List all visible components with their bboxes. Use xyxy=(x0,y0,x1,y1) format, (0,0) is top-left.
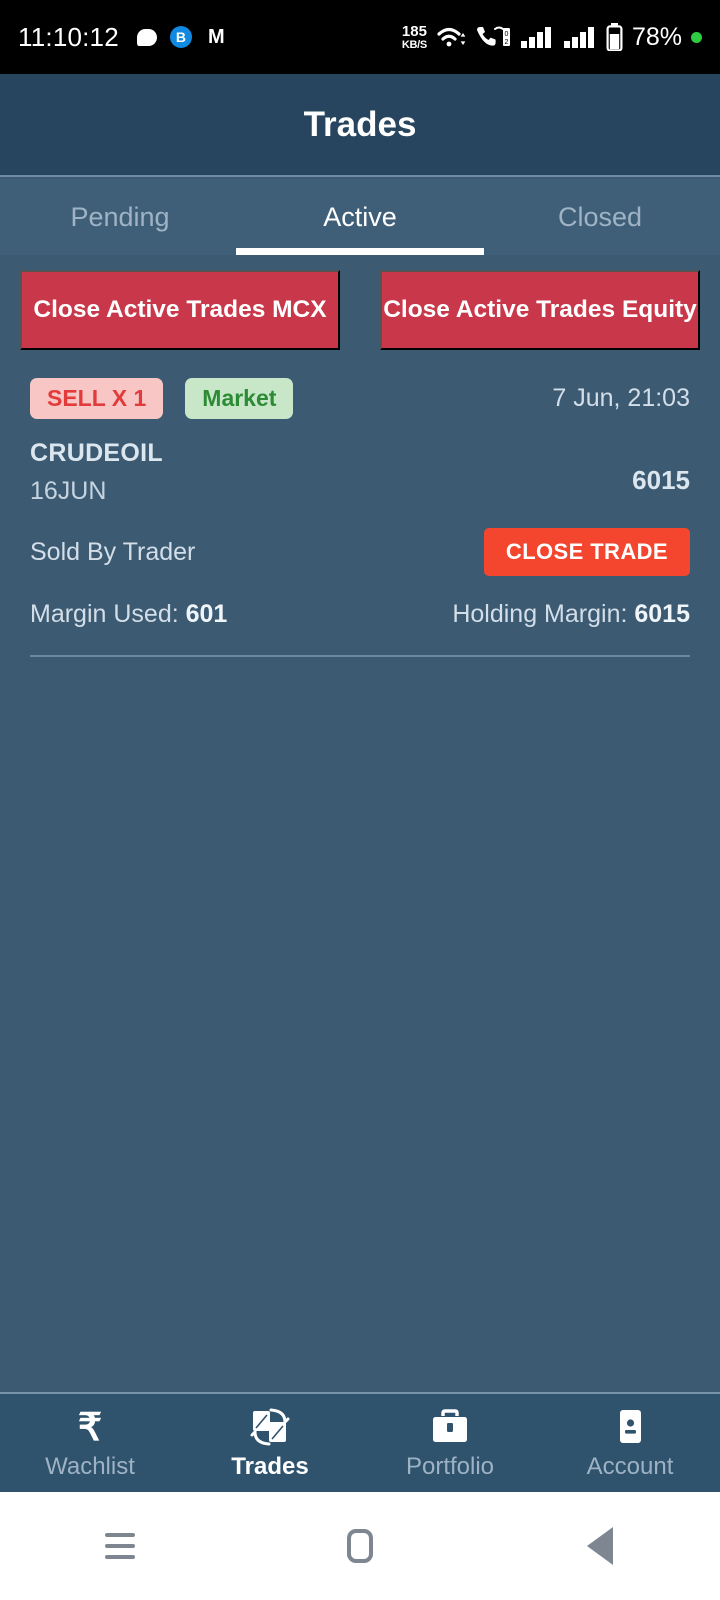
margin-used: Margin Used: 601 xyxy=(30,600,227,629)
trade-symbol-row: CRUDEOIL 16JUN 6015 xyxy=(30,439,690,506)
android-home-button[interactable] xyxy=(240,1529,480,1563)
svg-text:2: 2 xyxy=(505,39,509,46)
trade-card-divider xyxy=(30,655,690,657)
blue-b-badge-icon: B xyxy=(169,26,192,48)
wifi-icon xyxy=(437,27,466,47)
app-header: Trades xyxy=(0,74,720,177)
network-speed-unit: KB/S xyxy=(401,38,427,51)
svg-text:₹: ₹ xyxy=(78,1407,102,1447)
tab-active[interactable]: Active xyxy=(240,179,480,255)
battery-percent: 78% xyxy=(631,22,682,51)
trade-status-tabs: Pending Active Closed xyxy=(0,179,720,255)
holding-margin-value: 6015 xyxy=(634,600,690,628)
android-navigation-bar xyxy=(0,1492,720,1600)
margin-used-label: Margin Used: xyxy=(30,600,179,628)
account-card-icon xyxy=(609,1405,651,1447)
tab-pending[interactable]: Pending xyxy=(0,179,240,255)
nav-item-trades-label: Trades xyxy=(231,1453,309,1480)
back-icon xyxy=(587,1527,613,1565)
tab-closed-label: Closed xyxy=(557,201,643,232)
trade-expiry: 16JUN xyxy=(30,477,107,505)
tab-closed[interactable]: Closed xyxy=(480,179,720,255)
nav-item-portfolio[interactable]: Portfolio xyxy=(360,1405,540,1481)
m-monogram-icon: M xyxy=(208,26,225,48)
bottom-navigation: ₹ Wachlist Trades Portfolio Account xyxy=(0,1392,720,1492)
battery-icon xyxy=(606,23,623,51)
status-notification-icons: B M xyxy=(136,26,228,49)
status-badge-order-type: Market xyxy=(185,378,294,419)
nav-item-account[interactable]: Account xyxy=(540,1405,720,1481)
bulk-action-row: Close Active Trades MCX Close Active Tra… xyxy=(0,270,720,350)
margin-used-value: 601 xyxy=(185,600,228,628)
trade-card-top-row: SELL X 1 Market 7 Jun, 21:03 xyxy=(30,378,690,419)
briefcase-icon xyxy=(429,1405,471,1447)
vowifi-call-icon: 0 2 xyxy=(476,26,510,46)
network-speed-value: 185 xyxy=(401,22,427,40)
trade-card[interactable]: SELL X 1 Market 7 Jun, 21:03 CRUDEOIL 16… xyxy=(0,378,720,657)
close-active-trades-equity-button[interactable]: Close Active Trades Equity xyxy=(380,270,700,350)
network-speed-indicator: 185 KB/S xyxy=(402,24,427,51)
close-active-trades-mcx-button[interactable]: Close Active Trades MCX xyxy=(20,270,340,350)
tab-pending-label: Pending xyxy=(70,201,170,232)
trade-status-text: Sold By Trader xyxy=(30,537,196,566)
android-menu-button[interactable] xyxy=(0,1533,240,1559)
trade-swap-icon xyxy=(249,1405,291,1447)
trade-badges: SELL X 1 Market xyxy=(30,378,294,419)
signal-sim2-icon xyxy=(563,27,594,48)
menu-icon xyxy=(105,1533,135,1559)
holding-margin-label: Holding Margin: xyxy=(452,600,628,628)
phone-screen: 11:10:12 B M 185 KB/S 0 2 78% Trades Pen… xyxy=(0,0,720,1600)
status-bar: 11:10:12 B M 185 KB/S 0 2 78% xyxy=(0,0,720,74)
trade-symbol: CRUDEOIL xyxy=(30,439,163,467)
status-badge-side: SELL X 1 xyxy=(30,378,164,419)
nav-item-account-label: Account xyxy=(586,1453,674,1480)
trade-action-row: Sold By Trader CLOSE TRADE xyxy=(30,528,690,576)
trade-margin-row: Margin Used: 601 Holding Margin: 6015 xyxy=(30,600,690,629)
nav-item-trades[interactable]: Trades xyxy=(180,1405,360,1481)
close-trade-button[interactable]: CLOSE TRADE xyxy=(483,528,690,576)
nav-item-portfolio-label: Portfolio xyxy=(405,1453,495,1480)
holding-margin: Holding Margin: 6015 xyxy=(452,600,690,629)
tab-active-label: Active xyxy=(323,201,397,232)
page-title: Trades xyxy=(303,104,417,144)
chat-bubble-icon xyxy=(136,28,157,46)
svg-text:0: 0 xyxy=(505,31,509,38)
rupee-icon: ₹ xyxy=(72,1405,108,1447)
trade-symbol-block: CRUDEOIL 16JUN xyxy=(30,439,163,506)
home-icon xyxy=(347,1529,373,1563)
android-back-button[interactable] xyxy=(480,1527,720,1565)
signal-sim1-icon xyxy=(520,27,551,48)
status-system-icons: 185 KB/S 0 2 78% xyxy=(402,23,702,52)
green-dot-icon xyxy=(691,31,702,43)
trade-price: 6015 xyxy=(632,465,690,495)
nav-item-watchlist-label: Wachlist xyxy=(45,1453,135,1480)
trade-timestamp: 7 Jun, 21:03 xyxy=(552,384,690,412)
nav-item-watchlist[interactable]: ₹ Wachlist xyxy=(0,1405,180,1481)
status-clock: 11:10:12 xyxy=(18,21,119,52)
